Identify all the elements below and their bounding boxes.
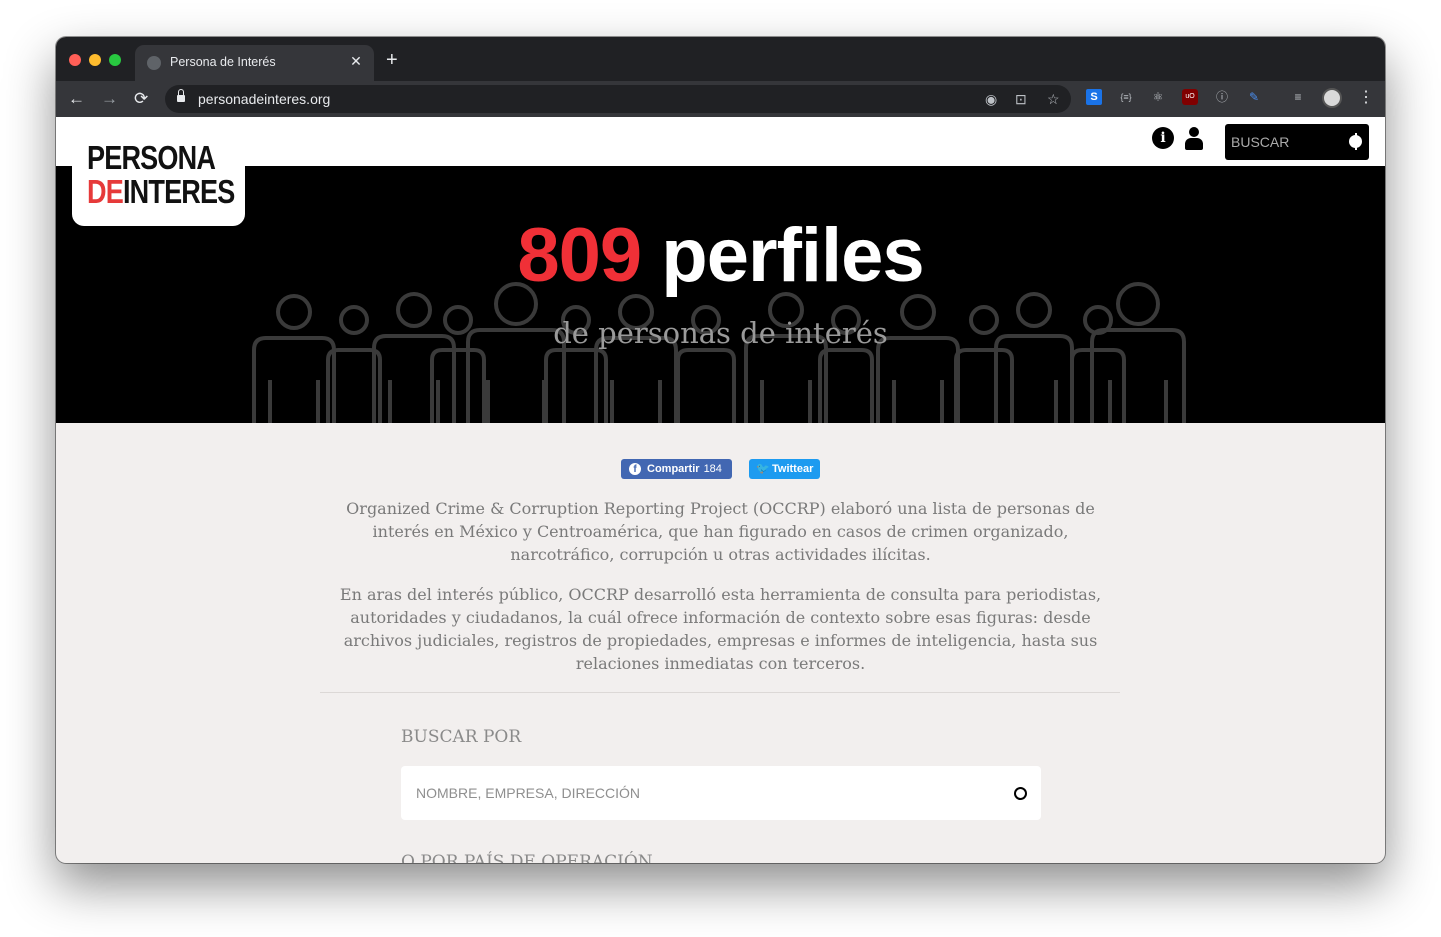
profiles-word: perfiles [661, 213, 924, 298]
reload-icon[interactable]: ⟳ [134, 89, 148, 109]
twitter-share-button[interactable]: 🐦 Twittear [749, 459, 820, 479]
lock-icon [177, 89, 185, 103]
intro-paragraph-2: En aras del interés público, OCCRP desar… [339, 585, 1102, 673]
twitter-share-label: Twittear [772, 463, 814, 475]
profile-avatar[interactable] [1322, 88, 1342, 108]
browser-window: Persona de Interés ✕ + ← → ⟳ personadein… [56, 37, 1385, 863]
tab-strip: Persona de Interés ✕ + [56, 37, 1385, 81]
user-icon[interactable] [1184, 127, 1204, 151]
media-control-icon[interactable]: ≡ [1290, 89, 1306, 105]
logo-de: DE [87, 173, 124, 210]
logo-line-2: DEINTERES [87, 173, 235, 211]
extension-feather-icon[interactable]: ✎ [1246, 89, 1262, 105]
hero-banner: 809 perfiles de personas de interés [56, 166, 1385, 423]
bookmark-star-icon[interactable]: ☆ [1047, 91, 1060, 108]
logo-line-1: PERSONA [87, 139, 216, 176]
close-window-button[interactable] [69, 54, 81, 66]
logo-interes: INTERES [122, 173, 235, 210]
forward-arrow-icon[interactable]: → [101, 89, 118, 109]
react-devtools-icon[interactable]: ⚛ [1150, 89, 1166, 105]
tab-title: Persona de Interés [170, 55, 276, 69]
profiles-count: 809 [517, 213, 642, 298]
crosshair-search-icon[interactable] [1349, 133, 1362, 150]
url-text[interactable]: personadeinteres.org [198, 91, 330, 107]
browser-toolbar: ← → ⟳ personadeinteres.org ◉ ⊡ ☆ S {≡} ⚛… [56, 81, 1385, 117]
maximize-window-button[interactable] [109, 54, 121, 66]
minimize-window-button[interactable] [89, 54, 101, 66]
menu-kebab-icon[interactable]: ⋮ [1358, 87, 1374, 107]
extension-info-icon[interactable]: ⓘ [1214, 89, 1230, 105]
cookie-blocked-icon[interactable]: ◉ [985, 91, 997, 108]
facebook-icon: f [629, 463, 641, 475]
facebook-share-button[interactable]: f Compartir 184 [621, 459, 732, 479]
facebook-share-count: 184 [703, 463, 722, 475]
search-by-label: BUSCAR POR [401, 727, 522, 747]
translate-icon[interactable]: ⊡ [1015, 91, 1027, 108]
extension-s-icon[interactable]: S [1086, 89, 1102, 105]
tab-close-icon[interactable]: ✕ [348, 53, 364, 70]
ublock-icon[interactable]: uO [1182, 89, 1198, 105]
crowd-silhouette-illustration [252, 282, 1186, 423]
info-icon[interactable]: i [1152, 127, 1174, 149]
extension-json-icon[interactable]: {≡} [1118, 89, 1134, 105]
back-arrow-icon[interactable]: ← [68, 89, 85, 109]
site-logo[interactable]: PERSONA DEINTERES [72, 117, 245, 226]
header-search-input[interactable] [1231, 132, 1341, 152]
country-search-label: O POR PAÍS DE OPERACIÓN [401, 852, 653, 863]
crosshair-search-icon[interactable] [1014, 787, 1027, 800]
facebook-share-label: Compartir [647, 463, 700, 475]
globe-icon [147, 56, 161, 70]
profiles-count-heading: 809 perfiles [56, 212, 1385, 299]
new-tab-button[interactable]: + [386, 50, 398, 70]
hero-subtitle: de personas de interés [553, 316, 888, 350]
browser-tab[interactable]: Persona de Interés ✕ [135, 45, 374, 81]
address-bar[interactable]: personadeinteres.org ◉ ⊡ ☆ [165, 85, 1071, 113]
main-search-input[interactable] [416, 782, 996, 804]
main-search-box [401, 766, 1041, 820]
intro-paragraph-1: Organized Crime & Corruption Reporting P… [346, 499, 1095, 564]
header-search [1225, 124, 1369, 160]
twitter-bird-icon: 🐦 [756, 463, 770, 475]
section-divider [320, 692, 1120, 693]
